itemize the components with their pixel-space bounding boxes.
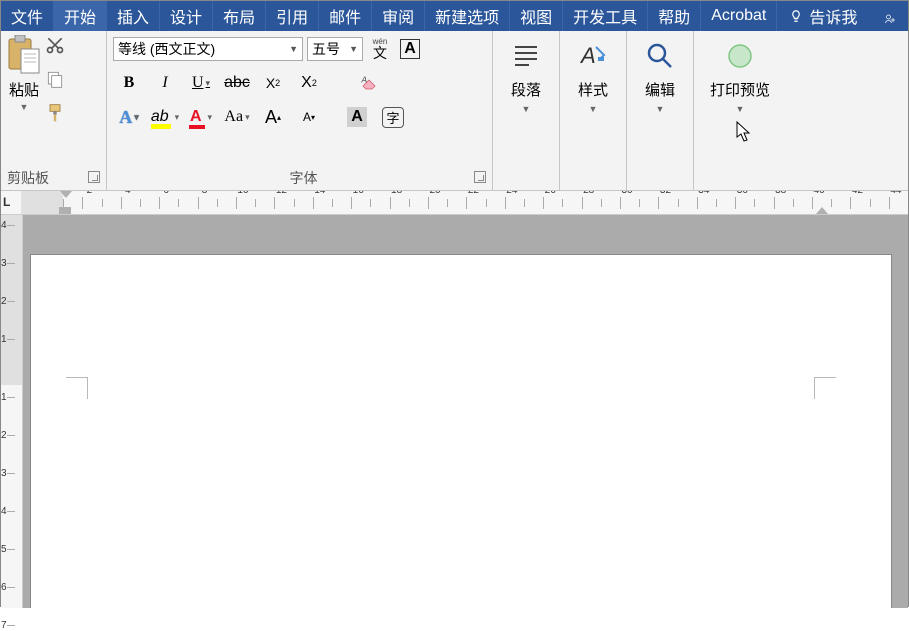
tab-insert[interactable]: 插入	[107, 1, 160, 31]
styles-label: 样式	[578, 79, 608, 100]
share-icon[interactable]	[884, 7, 902, 25]
editing-label: 编辑	[645, 79, 675, 100]
font-group-label: 字体	[133, 166, 474, 188]
font-size-value: 五号	[312, 39, 340, 59]
font-name-value: 等线 (西文正文)	[118, 39, 215, 59]
enclose-characters-button[interactable]: 字	[377, 103, 409, 131]
page-area[interactable]	[23, 215, 908, 608]
tab-selector-icon[interactable]: L	[3, 195, 10, 209]
margin-corner-tl	[66, 377, 88, 399]
group-editing: 编辑 ▼	[627, 31, 694, 190]
group-styles: A 样式 ▼	[560, 31, 627, 190]
left-indent-marker[interactable]	[59, 191, 73, 215]
character-shading-button[interactable]: A	[341, 103, 373, 131]
document-page[interactable]	[31, 255, 891, 608]
right-indent-marker[interactable]	[816, 207, 828, 214]
tell-me-box[interactable]: 告诉我	[779, 1, 867, 31]
group-clipboard: 粘贴 ▼ 剪贴板	[1, 31, 107, 190]
group-print-preview: 打印预览 ▼	[694, 31, 786, 190]
ribbon: 粘贴 ▼ 剪贴板 等线 (西文正文)▼ 五号▼	[1, 31, 908, 191]
wen-char: 文	[373, 46, 388, 60]
paragraph-button[interactable]: 段落 ▼	[499, 35, 553, 118]
font-color-button[interactable]: A▾	[185, 103, 217, 131]
italic-button[interactable]: I	[149, 69, 181, 97]
styles-button[interactable]: A 样式 ▼	[566, 35, 620, 118]
shrink-font-button[interactable]: A▾	[293, 103, 325, 131]
font-launcher-icon[interactable]	[474, 171, 486, 183]
eraser-icon: A	[360, 74, 378, 92]
cut-icon[interactable]	[45, 35, 65, 55]
tab-view[interactable]: 视图	[510, 1, 563, 31]
format-painter-icon[interactable]	[45, 103, 65, 123]
clear-formatting-button[interactable]: A	[353, 69, 385, 97]
group-paragraph: 段落 ▼	[493, 31, 560, 190]
tab-file[interactable]: 文件	[1, 1, 54, 31]
subscript-button[interactable]: X2	[257, 69, 289, 97]
change-case-button[interactable]: Aa▾	[221, 103, 253, 131]
tab-references[interactable]: 引用	[266, 1, 319, 31]
grow-font-button[interactable]: A▴	[257, 103, 289, 131]
phonetic-guide-button[interactable]: wén 文	[367, 35, 393, 63]
ribbon-tabs: 文件 开始 插入 设计 布局 引用 邮件 审阅 新建选项 视图 开发工具 帮助 …	[1, 1, 908, 31]
tab-mail[interactable]: 邮件	[319, 1, 372, 31]
paragraph-dropdown-icon[interactable]: ▼	[522, 104, 531, 114]
clipboard-group-label: 剪贴板	[7, 166, 49, 188]
paste-dropdown-icon[interactable]: ▼	[20, 102, 29, 112]
superscript-button[interactable]: X2	[293, 69, 325, 97]
margin-corner-tr	[814, 377, 836, 399]
paste-button[interactable]: 粘贴 ▼	[7, 35, 41, 123]
tell-me-label: 告诉我	[809, 4, 857, 28]
tab-design[interactable]: 设计	[160, 1, 213, 31]
editing-dropdown-icon[interactable]: ▼	[656, 104, 665, 114]
print-preview-dropdown-icon[interactable]: ▼	[736, 104, 745, 114]
paragraph-icon	[509, 39, 543, 73]
group-font: 等线 (西文正文)▼ 五号▼ wén 文 A B I U ▾ abc X2	[107, 31, 493, 190]
vertical-ruler[interactable]	[1, 215, 23, 608]
lightbulb-icon	[789, 9, 803, 23]
tab-layout[interactable]: 布局	[213, 1, 266, 31]
font-name-select[interactable]: 等线 (西文正文)▼	[113, 37, 303, 61]
search-icon	[643, 39, 677, 73]
horizontal-ruler[interactable]: L	[1, 191, 908, 215]
tab-developer[interactable]: 开发工具	[563, 1, 648, 31]
print-preview-label: 打印预览	[710, 79, 770, 100]
copy-icon[interactable]	[45, 69, 65, 89]
bold-button[interactable]: B	[113, 69, 145, 97]
strikethrough-button[interactable]: abc	[221, 69, 253, 97]
styles-dropdown-icon[interactable]: ▼	[589, 104, 598, 114]
tab-help[interactable]: 帮助	[648, 1, 701, 31]
text-effects-button[interactable]: A▾	[113, 103, 145, 131]
svg-text:A: A	[579, 43, 596, 68]
clipboard-icon	[7, 35, 41, 75]
tab-review[interactable]: 审阅	[372, 1, 425, 31]
tab-new-option[interactable]: 新建选项	[425, 1, 510, 31]
editing-button[interactable]: 编辑 ▼	[633, 35, 687, 118]
styles-icon: A	[576, 39, 610, 73]
character-border-button[interactable]: A	[397, 35, 423, 63]
font-size-select[interactable]: 五号▼	[307, 37, 363, 61]
cursor-icon	[736, 121, 754, 143]
paste-label: 粘贴	[9, 79, 39, 100]
clipboard-launcher-icon[interactable]	[88, 171, 100, 183]
underline-button[interactable]: U ▾	[185, 69, 217, 97]
highlight-button[interactable]: ab▾	[149, 103, 181, 131]
svg-text:A: A	[361, 75, 368, 84]
tab-home[interactable]: 开始	[54, 1, 107, 31]
print-preview-button[interactable]: 打印预览 ▼	[700, 35, 780, 118]
tab-acrobat[interactable]: Acrobat	[701, 1, 777, 31]
workspace	[1, 215, 908, 608]
circle-icon	[723, 39, 757, 73]
paragraph-label: 段落	[511, 79, 541, 100]
